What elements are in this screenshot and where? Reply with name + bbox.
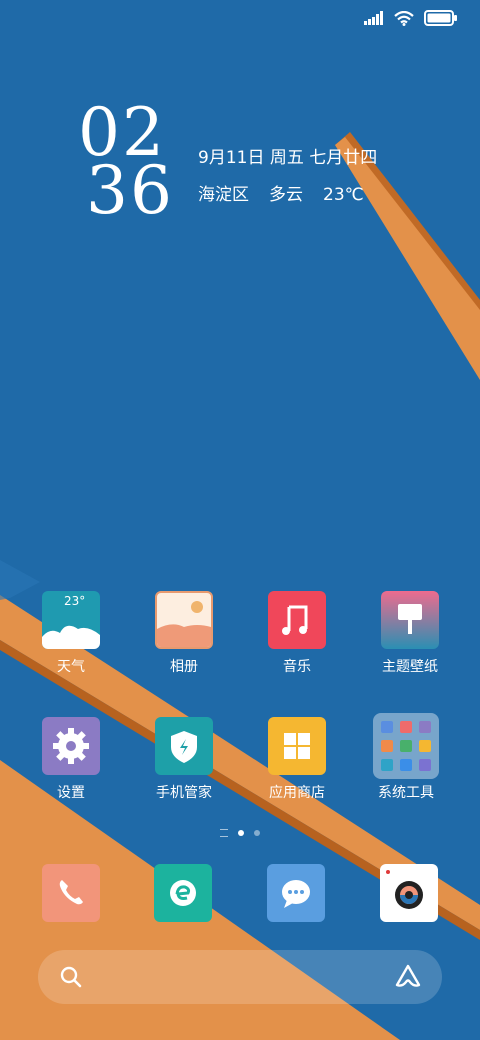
app-themes[interactable]: 主题壁纸 (360, 591, 460, 675)
weather-icon-temp: 23° (64, 594, 86, 608)
app-store-icon (268, 717, 326, 775)
clock-minutes: 36 (86, 152, 174, 229)
app-label: 系统工具 (378, 785, 434, 801)
app-label: 相册 (170, 659, 198, 675)
gallery-icon (155, 591, 213, 649)
search-bar[interactable] (38, 950, 442, 1004)
wifi-icon (394, 10, 414, 26)
clock-widget[interactable]: 02 36 (78, 100, 174, 229)
app-label: 天气 (57, 659, 85, 675)
assistant-icon[interactable] (394, 963, 422, 989)
search-icon[interactable] (60, 966, 82, 988)
weather-icon: 23° (42, 591, 100, 649)
app-music[interactable]: 音乐 (247, 591, 347, 675)
signal-bars-icon (364, 11, 383, 25)
app-label: 设置 (57, 785, 85, 801)
date-weather-widget[interactable]: 9月11日 周五 七月廿四 海淀区 多云 23℃ (198, 148, 377, 205)
app-gallery[interactable]: 相册 (134, 591, 234, 675)
app-label: 主题壁纸 (382, 659, 438, 675)
browser-icon[interactable] (154, 864, 212, 922)
app-label: 手机管家 (156, 785, 212, 801)
temperature-text: 23℃ (323, 185, 364, 205)
status-bar (364, 10, 458, 26)
themes-icon (381, 591, 439, 649)
battery-icon (424, 10, 457, 26)
app-store[interactable]: 应用商店 (247, 717, 347, 801)
app-security[interactable]: 手机管家 (134, 717, 234, 801)
app-weather[interactable]: 23° 天气 (21, 591, 121, 675)
tools-folder-icon (373, 713, 439, 779)
phone-icon[interactable] (42, 864, 100, 922)
security-icon (155, 717, 213, 775)
settings-icon (42, 717, 100, 775)
folder-system-tools[interactable]: 系统工具 (356, 713, 456, 801)
weather-text: 多云 (269, 185, 303, 205)
date-text: 9月11日 周五 七月廿四 (198, 148, 378, 168)
district-text: 海淀区 (198, 185, 249, 205)
page-list-icon (220, 829, 228, 837)
music-icon (268, 591, 326, 649)
app-settings[interactable]: 设置 (21, 717, 121, 801)
page-indicator[interactable] (0, 829, 480, 837)
app-label: 音乐 (283, 659, 311, 675)
camera-icon[interactable] (380, 864, 438, 922)
messages-icon[interactable] (267, 864, 325, 922)
page-dot (254, 830, 260, 836)
page-dot-current (238, 830, 244, 836)
app-label: 应用商店 (269, 785, 325, 801)
